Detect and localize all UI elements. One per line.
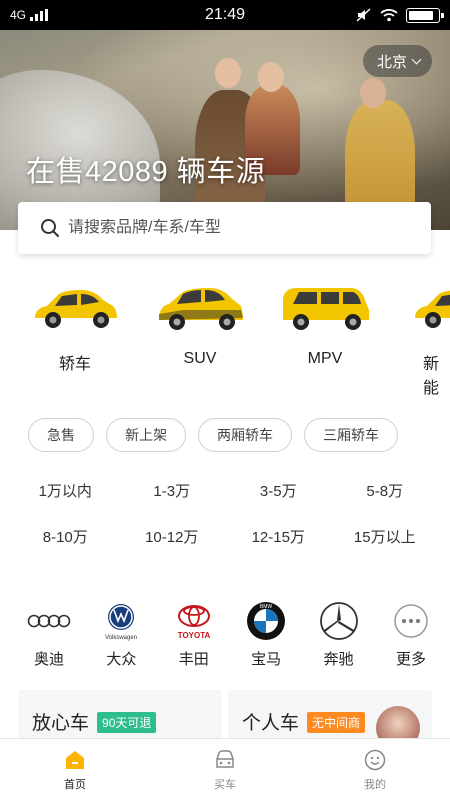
sedan-car-icon	[35, 290, 117, 328]
bmw-logo-icon: BMW	[247, 602, 286, 640]
promo-badge: 无中间商	[307, 712, 366, 733]
car-type-row: 轿车 SUV MPV 新能	[0, 282, 450, 397]
promo-cards: 放心车 90天可退 个人车 无中间商	[18, 690, 432, 740]
tag-hatchback[interactable]: 两厢轿车	[198, 418, 292, 452]
search-input[interactable]	[68, 219, 398, 237]
brand-label: 更多	[395, 651, 426, 668]
search-icon	[41, 219, 59, 237]
network-type: 4G	[10, 8, 27, 22]
wifi-icon	[380, 9, 398, 22]
new-energy-car-icon	[415, 290, 450, 328]
status-bar: 4G 21:49	[0, 0, 450, 30]
price-range-grid: 1万以内 1-3万 3-5万 5-8万 8-10万 10-12万 12-15万 …	[12, 480, 438, 546]
promo-card-trusted[interactable]: 放心车 90天可退	[18, 690, 222, 740]
promo-avatar	[376, 706, 420, 740]
chevron-down-icon	[411, 54, 422, 64]
volkswagen-logo-icon: Volkswagen	[105, 604, 137, 641]
hero-banner[interactable]: 在售42089 辆车源 北京	[0, 30, 450, 230]
car-icon	[216, 750, 234, 768]
price-range-item[interactable]: 15万以上	[332, 526, 439, 546]
brand-label: 奔驰	[323, 651, 354, 668]
car-type-new-energy[interactable]: 新能	[395, 282, 450, 398]
toyota-logo-icon: TOYOTA	[177, 605, 210, 640]
audi-logo-icon	[27, 614, 71, 628]
mercedes-logo-icon	[319, 602, 358, 640]
price-range-item[interactable]: 1万以内	[12, 480, 119, 500]
tag-new-listing[interactable]: 新上架	[106, 418, 186, 452]
promo-title: 放心车	[32, 713, 90, 734]
svg-text:TOYOTA: TOYOTA	[177, 631, 210, 640]
quick-tags: 急售 新上架 两厢轿车 三厢轿车	[28, 418, 398, 452]
svg-text:BMW: BMW	[260, 604, 273, 610]
car-type-label: 新能	[423, 356, 440, 397]
brand-more[interactable]: 更多	[382, 600, 440, 669]
tab-profile[interactable]: 我的	[300, 739, 450, 800]
price-range-item[interactable]: 1-3万	[119, 480, 226, 500]
city-selector[interactable]: 北京	[362, 45, 432, 77]
profile-icon	[364, 749, 386, 771]
tab-label: 首页	[64, 779, 86, 791]
car-type-mpv[interactable]: MPV	[270, 282, 380, 368]
network-indicator: 4G	[10, 8, 49, 22]
signal-icon	[30, 9, 49, 21]
brand-label: 奥迪	[33, 651, 64, 668]
brand-row: 奥迪 Volkswagen 大众 TOYOTA 丰田 BMW 宝马 奔驰 更多	[20, 600, 440, 669]
more-icon	[394, 604, 428, 638]
brand-toyota[interactable]: TOYOTA 丰田	[165, 600, 223, 669]
car-type-label: SUV	[183, 350, 217, 367]
car-type-suv[interactable]: SUV	[145, 282, 255, 368]
hero-title: 在售42089 辆车源	[26, 156, 266, 188]
tab-label: 买车	[214, 779, 236, 791]
car-type-sedan[interactable]: 轿车	[20, 282, 130, 374]
price-range-item[interactable]: 12-15万	[225, 526, 332, 546]
city-label: 北京	[376, 53, 407, 71]
search-bar[interactable]	[18, 202, 431, 254]
home-icon	[66, 751, 84, 769]
brand-label: 丰田	[178, 651, 209, 668]
tab-buy-car[interactable]: 买车	[150, 739, 300, 800]
brand-label: 大众	[106, 651, 137, 668]
bottom-tab-bar: 首页 买车 我的	[0, 738, 450, 800]
price-range-item[interactable]: 8-10万	[12, 526, 119, 546]
promo-badge: 90天可退	[97, 712, 157, 733]
price-range-item[interactable]: 10-12万	[119, 526, 226, 546]
tab-label: 我的	[364, 779, 386, 791]
svg-text:Volkswagen: Volkswagen	[105, 635, 137, 641]
tag-sedan[interactable]: 三厢轿车	[304, 418, 398, 452]
battery-icon	[406, 7, 444, 23]
tag-urgent-sale[interactable]: 急售	[28, 418, 94, 452]
mpv-car-icon	[283, 288, 369, 330]
brand-bmw[interactable]: BMW 宝马	[237, 600, 295, 669]
tab-home[interactable]: 首页	[0, 739, 150, 800]
mute-icon	[356, 8, 371, 22]
brand-audi[interactable]: 奥迪	[20, 600, 78, 669]
brand-mercedes[interactable]: 奔驰	[310, 600, 368, 669]
brand-volkswagen[interactable]: Volkswagen 大众	[92, 600, 150, 669]
car-type-label: MPV	[307, 350, 343, 367]
suv-car-icon	[159, 288, 243, 330]
price-range-item[interactable]: 5-8万	[332, 480, 439, 500]
promo-title: 个人车	[242, 713, 300, 734]
car-type-label: 轿车	[58, 356, 91, 373]
price-range-item[interactable]: 3-5万	[225, 480, 332, 500]
promo-card-personal[interactable]: 个人车 无中间商	[228, 690, 432, 740]
brand-label: 宝马	[251, 651, 282, 668]
